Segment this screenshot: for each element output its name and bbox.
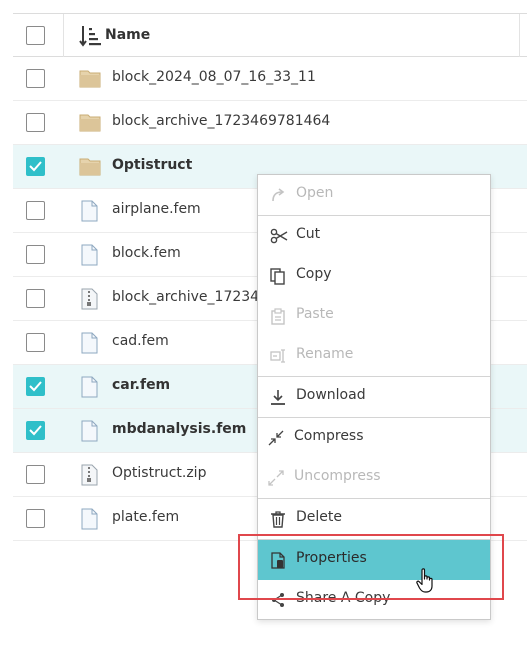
sort-descending-icon[interactable] xyxy=(79,23,103,53)
table-row[interactable]: block_2024_08_07_16_33_11 xyxy=(13,57,527,101)
file-icon xyxy=(79,244,99,270)
expand-icon xyxy=(268,470,284,486)
copy-icon xyxy=(270,268,286,285)
folder-icon xyxy=(79,112,101,136)
file-name[interactable]: block_2024_08_07_16_33_11 xyxy=(112,69,316,85)
trash-icon xyxy=(270,511,286,528)
row-checkbox[interactable] xyxy=(26,421,45,440)
rename-icon xyxy=(270,348,286,364)
name-column-header[interactable]: Name xyxy=(105,27,150,43)
file-icon xyxy=(79,508,99,534)
clipboard-icon xyxy=(270,308,286,325)
folder-icon xyxy=(79,68,101,92)
file-name[interactable]: Optistruct xyxy=(112,157,192,173)
menu-item-delete[interactable]: Delete xyxy=(258,499,490,539)
header-divider xyxy=(519,14,520,57)
menu-item-paste[interactable]: Paste xyxy=(258,296,490,336)
scissors-icon xyxy=(270,228,288,244)
row-checkbox[interactable] xyxy=(26,465,45,484)
file-name[interactable]: car.fem xyxy=(112,377,170,393)
row-checkbox[interactable] xyxy=(26,377,45,396)
hand-pointer-cursor-icon xyxy=(416,568,436,598)
download-icon xyxy=(270,389,286,405)
row-checkbox[interactable] xyxy=(26,157,45,176)
row-checkbox[interactable] xyxy=(26,113,45,132)
open-arrow-icon xyxy=(270,187,286,203)
table-row[interactable]: block_archive_1723469781464 xyxy=(13,101,527,145)
row-checkbox[interactable] xyxy=(26,201,45,220)
row-checkbox[interactable] xyxy=(26,245,45,264)
file-icon xyxy=(79,332,99,358)
file-name[interactable]: block_archive_1723469781464 xyxy=(112,113,330,129)
table-header: Name xyxy=(13,13,527,57)
file-name[interactable]: plate.fem xyxy=(112,509,179,525)
file-name[interactable]: mbdanalysis.fem xyxy=(112,421,246,437)
file-name[interactable]: airplane.fem xyxy=(112,201,201,217)
menu-item-rename[interactable]: Rename xyxy=(258,336,490,376)
zip-file-icon xyxy=(79,464,99,490)
zip-file-icon xyxy=(79,288,99,314)
menu-item-uncompress[interactable]: Uncompress xyxy=(258,458,490,498)
menu-item-download[interactable]: Download xyxy=(258,377,490,417)
file-name[interactable]: block.fem xyxy=(112,245,181,261)
row-checkbox[interactable] xyxy=(26,509,45,528)
menu-item-compress[interactable]: Compress xyxy=(258,418,490,458)
file-icon xyxy=(79,420,99,446)
file-icon xyxy=(79,200,99,226)
row-checkbox[interactable] xyxy=(26,289,45,308)
header-divider xyxy=(63,14,64,57)
menu-item-cut[interactable]: Cut xyxy=(258,216,490,256)
file-icon xyxy=(79,376,99,402)
folder-icon xyxy=(79,156,101,180)
row-checkbox[interactable] xyxy=(26,69,45,88)
file-name[interactable]: cad.fem xyxy=(112,333,169,349)
file-name[interactable]: block_archive_17234 xyxy=(112,289,259,305)
select-all-checkbox[interactable] xyxy=(26,26,45,45)
menu-item-copy[interactable]: Copy xyxy=(258,256,490,296)
file-name[interactable]: Optistruct.zip xyxy=(112,465,206,481)
highlight-annotation-box xyxy=(238,534,504,600)
compress-icon xyxy=(268,430,284,446)
row-checkbox[interactable] xyxy=(26,333,45,352)
menu-item-open[interactable]: Open xyxy=(258,175,490,215)
